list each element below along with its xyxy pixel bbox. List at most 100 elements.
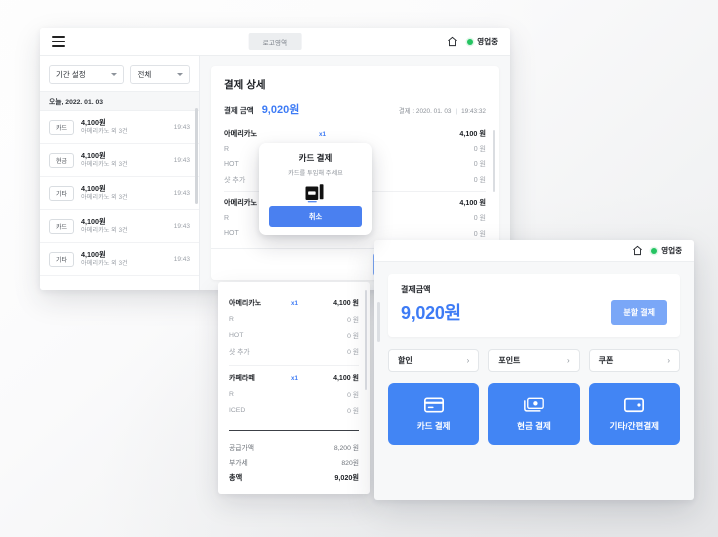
- checkout-content: 결제금액 9,020원 분할 결제 할인 › 포인트 › 쿠폰 › 카드 결제 …: [374, 262, 694, 457]
- receipt-item-option: R 0 원: [229, 311, 359, 327]
- receipt-totals: 공급가액 8,200 원 부가세 820원 총액 9,020원: [229, 430, 359, 486]
- point-button[interactable]: 포인트 ›: [488, 349, 580, 372]
- receipt-item-option: 샷 추가 0 원: [229, 343, 359, 359]
- timestamp-date: 결제 : 2020. 01. 03: [398, 108, 452, 115]
- item-price: 4,100 원: [333, 375, 359, 382]
- status-dot-icon: [467, 38, 474, 45]
- transaction-desc: 아메리카노 외 3건: [81, 193, 128, 201]
- home-icon[interactable]: [447, 36, 458, 47]
- item-price: 4,100 원: [459, 129, 486, 138]
- topbar-right-group: 영업중: [447, 36, 498, 47]
- item-qty: x1: [319, 130, 327, 138]
- total-row: 공급가액 8,200 원: [229, 439, 359, 454]
- list-item[interactable]: 기타 4,100원 아메리카노 외 3건 19:43: [40, 177, 199, 211]
- coupon-button[interactable]: 쿠폰 ›: [588, 349, 680, 372]
- chevron-right-icon: ›: [667, 356, 670, 365]
- receipt-item-option: R 0 원: [229, 386, 359, 402]
- card-payment-button[interactable]: 카드 결제: [388, 383, 480, 445]
- transaction-time: 19:43: [173, 255, 190, 263]
- option-name: R: [229, 390, 234, 398]
- credit-card-icon: [423, 397, 444, 412]
- card-reader-icon: [305, 184, 323, 203]
- chevron-right-icon: ›: [466, 356, 470, 365]
- split-payment-button[interactable]: 분할 결제: [611, 300, 667, 325]
- list-item[interactable]: 현금 4,100원 아메리카노 외 3건 19:43: [40, 144, 199, 178]
- receipt-item-main: 카페라떼 x1 4,100 원: [229, 370, 359, 386]
- transaction-time: 19:43: [173, 156, 190, 164]
- date-header: 오늘, 2022. 01. 03: [40, 91, 199, 111]
- method-badge: 기타: [49, 185, 74, 201]
- modal-title: 카드 결제: [298, 153, 333, 163]
- option-price: 0 원: [347, 349, 359, 356]
- cash-payment-label: 현금 결제: [517, 420, 551, 431]
- receipt-item-group: 아메리카노 x1 4,100 원 R 0 원 HOT 0 원 샷 추가 0 원: [229, 291, 359, 365]
- method-badge: 카드: [49, 119, 74, 135]
- type-filter-select[interactable]: 전체: [130, 65, 190, 84]
- period-filter-select[interactable]: 기간 설정: [49, 65, 125, 84]
- list-item[interactable]: 카드 4,100원 아메리카노 외 3건 19:43: [40, 276, 199, 279]
- detail-scrollbar[interactable]: [492, 130, 495, 192]
- option-price: 0 원: [473, 161, 486, 169]
- timestamp-time: 19:43:32: [461, 108, 486, 115]
- chevron-right-icon: ›: [566, 356, 570, 365]
- list-item[interactable]: 기타 4,100원 아메리카노 외 3건 19:43: [40, 243, 199, 277]
- grand-total-row: 총액 9,020원: [229, 469, 359, 486]
- discount-button[interactable]: 할인 ›: [388, 349, 480, 372]
- option-price: 0 원: [347, 317, 359, 324]
- total-value: 8,200 원: [333, 444, 359, 452]
- checkout-window: 영업중 결제금액 9,020원 분할 결제 할인 › 포인트 › 쿠폰 › 카드…: [374, 240, 694, 500]
- item-name: 아메리카노: [229, 300, 262, 307]
- transaction-time: 19:43: [173, 189, 190, 197]
- receipt-item-option: HOT 0 원: [229, 327, 359, 343]
- transaction-amount: 4,100원: [81, 118, 106, 127]
- other-payment-button[interactable]: 기타/간편결제: [588, 383, 680, 445]
- total-label: 부가세: [229, 459, 248, 467]
- card-payment-label: 카드 결제: [416, 420, 451, 431]
- checkout-scrollbar[interactable]: [377, 302, 380, 342]
- transaction-desc: 아메리카노 외 3건: [81, 160, 128, 168]
- amount-label: 결제금액: [401, 285, 431, 294]
- discount-label: 할인: [398, 356, 413, 365]
- modal-subtitle: 카드를 투입해 주세요: [288, 170, 343, 177]
- amount-label: 결제 금액: [224, 106, 254, 115]
- status-badge: 영업중: [651, 245, 682, 256]
- cancel-button[interactable]: 취소: [269, 206, 362, 227]
- item-name: 아메리카노: [224, 129, 258, 138]
- receipt-item-option: ICED 0 원: [229, 402, 359, 418]
- type-filter-label: 전체: [137, 70, 152, 79]
- receipt-scrollbar[interactable]: [364, 290, 367, 390]
- payment-timestamp: 결제 : 2020. 01. 03 | 19:43:32: [398, 108, 486, 115]
- transaction-desc: 아메리카노 외 3건: [81, 226, 128, 234]
- detail-header: 결제 상세 결제 금액 9,020원 결제 : 2020. 01. 03 | 19:…: [211, 66, 499, 117]
- list-item[interactable]: 카드 4,100원 아메리카노 외 3건 19:43: [40, 111, 199, 145]
- receipt-body: 아메리카노 x1 4,100 원 R 0 원 HOT 0 원 샷 추가 0 원: [218, 282, 370, 486]
- option-price: 0 원: [347, 392, 359, 399]
- total-value: 820원: [341, 459, 359, 467]
- status-dot-icon: [651, 247, 658, 254]
- transaction-list[interactable]: 카드 4,100원 아메리카노 외 3건 19:43 현금 4,100원 아메리…: [40, 111, 199, 279]
- transaction-info: 4,100원 아메리카노 외 3건: [81, 151, 167, 169]
- other-payment-label: 기타/간편결제: [609, 420, 659, 431]
- transaction-info: 4,100원 아메리카노 외 3건: [81, 184, 167, 202]
- list-item[interactable]: 카드 4,100원 아메리카노 외 3건 19:43: [40, 210, 199, 244]
- hamburger-icon[interactable]: [52, 36, 65, 47]
- cash-payment-button[interactable]: 현금 결제: [488, 383, 580, 445]
- item-qty: x1: [291, 299, 298, 307]
- option-name: HOT: [229, 331, 244, 339]
- option-price: 0 원: [347, 333, 359, 340]
- transactions-column: 기간 설정 전체 오늘, 2022. 01. 03 카드 4,100원 아메리카…: [40, 56, 200, 290]
- status-label: 영업중: [477, 37, 498, 46]
- transaction-amount: 4,100원: [81, 184, 106, 194]
- filter-row: 기간 설정 전체: [40, 56, 199, 91]
- transaction-desc: 아메리카노 외 3건: [81, 127, 128, 135]
- point-label: 포인트: [498, 356, 521, 365]
- home-icon[interactable]: [632, 245, 643, 256]
- option-name: 샷 추가: [229, 349, 250, 356]
- list-scrollbar[interactable]: [195, 108, 198, 204]
- receipt-item-group: 카페라떼 x1 4,100 원 R 0 원 ICED 0 원: [229, 365, 359, 424]
- page-title: 결제 상세: [224, 79, 266, 91]
- transaction-amount: 4,100원: [81, 250, 106, 260]
- card-payment-modal: 카드 결제 카드를 투입해 주세요 취소: [259, 143, 372, 235]
- item-price: 4,100 원: [459, 198, 486, 208]
- status-label: 영업중: [661, 246, 682, 255]
